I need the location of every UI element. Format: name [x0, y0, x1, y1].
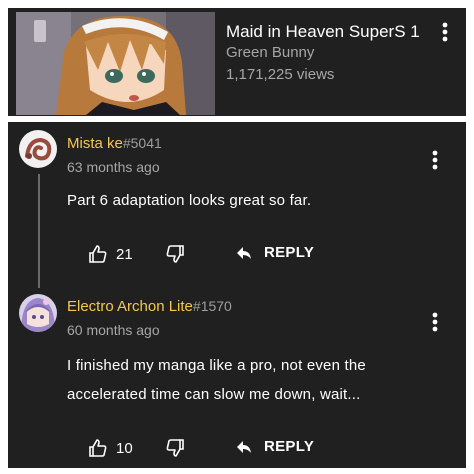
reply-button[interactable]: REPLY	[236, 244, 314, 261]
dislike-button[interactable]	[165, 438, 185, 458]
thumbnail-image	[16, 12, 215, 115]
reply-arrow-icon	[237, 440, 251, 453]
comments-section: Mista ke#5041 63 months ago Part 6 adapt…	[8, 122, 466, 468]
comment-timestamp: 60 months ago	[67, 322, 160, 338]
author-name[interactable]: Mista ke	[67, 135, 123, 152]
reply-button[interactable]: REPLY	[236, 438, 314, 455]
comment-text-line: I finished my manga like a pro, not even…	[67, 357, 366, 374]
comment-author[interactable]: Electro Archon Lite#1570	[67, 298, 232, 315]
comment-timestamp: 63 months ago	[67, 159, 160, 175]
thumbs-down-icon	[166, 439, 184, 457]
like-button[interactable]: 10	[88, 438, 133, 458]
view-count: 1,171,225 views	[226, 66, 335, 83]
reply-label: REPLY	[264, 244, 315, 261]
comment-author[interactable]: Mista ke#5041	[67, 135, 162, 152]
author-name[interactable]: Electro Archon Lite	[67, 298, 193, 315]
more-vert-icon[interactable]	[435, 20, 455, 44]
thread-line	[38, 174, 40, 288]
like-count: 10	[116, 439, 133, 457]
more-vert-icon[interactable]	[425, 310, 445, 334]
avatar-image	[19, 294, 57, 332]
video-title[interactable]: Maid in Heaven SuperS 1	[226, 22, 420, 42]
thumbs-down-icon	[166, 245, 184, 263]
thumbs-up-icon	[89, 245, 107, 263]
avatar[interactable]	[19, 130, 57, 168]
comment-text: I finished my manga like a pro, not even…	[67, 351, 366, 409]
avatar-image	[19, 130, 57, 168]
avatar[interactable]	[19, 294, 57, 332]
reply-arrow-icon	[237, 246, 251, 259]
author-tag: #1570	[192, 298, 232, 314]
like-button[interactable]: 21	[88, 244, 133, 264]
comment-text: Part 6 adaptation looks great so far.	[67, 192, 312, 209]
channel-name[interactable]: Green Bunny	[226, 44, 314, 61]
author-tag: #5041	[122, 135, 162, 151]
video-thumbnail[interactable]	[16, 12, 215, 115]
comment-text-line: accelerated time can slow me down, wait.…	[67, 386, 361, 403]
like-count: 21	[116, 245, 133, 263]
video-header: Maid in Heaven SuperS 1 Green Bunny 1,17…	[8, 8, 466, 116]
dislike-button[interactable]	[165, 244, 185, 264]
reply-label: REPLY	[264, 438, 315, 455]
more-vert-icon[interactable]	[425, 148, 445, 172]
thumbs-up-icon	[89, 439, 107, 457]
